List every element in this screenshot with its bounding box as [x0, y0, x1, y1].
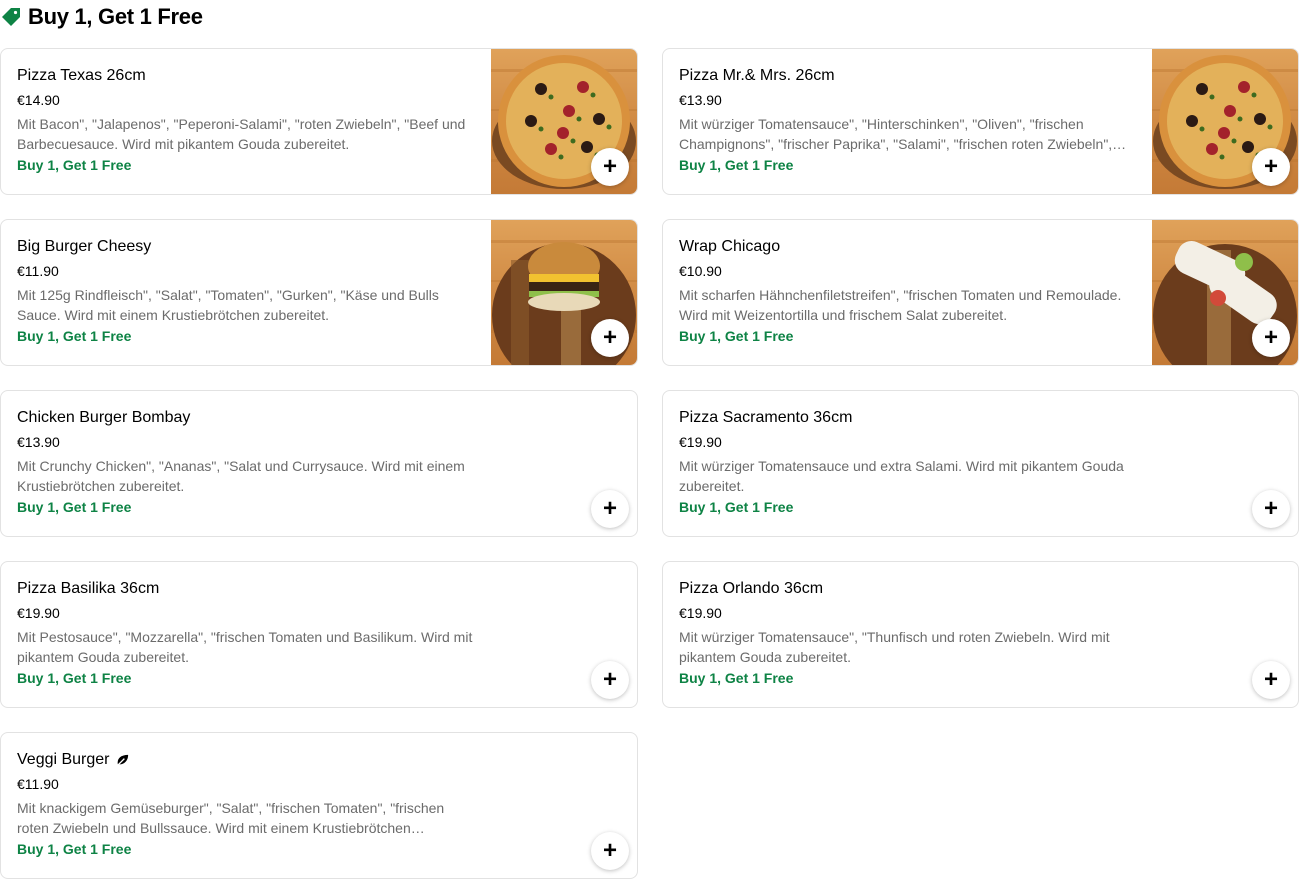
tag-icon: [2, 8, 20, 26]
item-price: €19.90: [679, 605, 722, 621]
menu-item-info: Wrap Chicago €10.90 Mit scharfen Hähnchenf…: [679, 237, 1138, 345]
menu-item-card[interactable]: Pizza Texas 26cm €14.90 Mit Bacon", "Jalap…: [0, 48, 638, 195]
item-name-text: Big Burger Cheesy: [17, 238, 152, 255]
item-description: Mit Bacon", "Jalapenos", "Peperoni-Salam…: [17, 116, 466, 152]
item-price: €13.90: [679, 92, 722, 108]
section-header: Buy 1, Get 1 Free: [0, 0, 203, 34]
promo-label: Buy 1, Get 1 Free: [17, 841, 132, 857]
add-to-cart-button[interactable]: +: [591, 661, 629, 699]
item-name: Pizza Mr.& Mrs. 26cm: [679, 66, 1138, 86]
menu-item-card[interactable]: Pizza Sacramento 36cm €19.90 Mit würziger …: [662, 390, 1299, 537]
item-name: Chicken Burger Bombay: [17, 408, 477, 428]
menu-item-info: Pizza Sacramento 36cm €19.90 Mit würziger …: [679, 408, 1138, 516]
item-description: Mit Pestosauce", "Mozzarella", "frischen…: [17, 629, 473, 665]
menu-item-card[interactable]: Pizza Basilika 36cm €19.90 Mit Pestosauce"…: [0, 561, 638, 708]
menu-item-info: Veggi Burger €11.90 Mit knackigem Gemüsebu…: [17, 750, 477, 858]
menu-item-info: Pizza Orlando 36cm €19.90 Mit würziger Tom…: [679, 579, 1138, 687]
menu-items-grid: Pizza Texas 26cm €14.90 Mit Bacon", "Jalap…: [0, 48, 1299, 879]
menu-item-info: Pizza Mr.& Mrs. 26cm €13.90 Mit würziger T…: [679, 66, 1138, 174]
menu-item-info: Pizza Basilika 36cm €19.90 Mit Pestosauce"…: [17, 579, 477, 687]
item-price: €11.90: [17, 776, 59, 792]
item-name-text: Chicken Burger Bombay: [17, 409, 191, 426]
item-name: Pizza Texas 26cm: [17, 66, 477, 86]
item-name-text: Pizza Mr.& Mrs. 26cm: [679, 67, 835, 84]
item-name: Big Burger Cheesy: [17, 237, 477, 257]
item-name: Veggi Burger: [17, 750, 477, 770]
item-name-text: Pizza Sacramento 36cm: [679, 409, 853, 426]
add-to-cart-button[interactable]: +: [1252, 319, 1290, 357]
promo-label: Buy 1, Get 1 Free: [17, 499, 132, 515]
item-name-text: Pizza Basilika 36cm: [17, 580, 160, 597]
item-name-text: Veggi Burger: [17, 751, 110, 768]
leaf-icon: [115, 754, 128, 767]
item-price: €10.90: [679, 263, 722, 279]
item-price: €13.90: [17, 434, 60, 450]
section-title: Buy 1, Get 1 Free: [28, 4, 203, 29]
item-name: Pizza Basilika 36cm: [17, 579, 477, 599]
menu-item-card[interactable]: Wrap Chicago €10.90 Mit scharfen Hähnchenf…: [662, 219, 1299, 366]
item-description: Mit würziger Tomatensauce und extra Sala…: [679, 458, 1124, 494]
menu-item-card[interactable]: Big Burger Cheesy €11.90 Mit 125g Rindflei…: [0, 219, 638, 366]
item-description: Mit würziger Tomatensauce", "Thunfisch u…: [679, 629, 1110, 665]
menu-item-card[interactable]: Pizza Mr.& Mrs. 26cm €13.90 Mit würziger T…: [662, 48, 1299, 195]
promo-label: Buy 1, Get 1 Free: [679, 328, 794, 344]
item-description: Mit würziger Tomatensauce", "Hinterschin…: [679, 116, 1127, 152]
promo-label: Buy 1, Get 1 Free: [679, 670, 794, 686]
add-to-cart-button[interactable]: +: [1252, 148, 1290, 186]
add-to-cart-button[interactable]: +: [591, 832, 629, 870]
promo-label: Buy 1, Get 1 Free: [17, 328, 132, 344]
add-to-cart-button[interactable]: +: [591, 148, 629, 186]
menu-item-info: Pizza Texas 26cm €14.90 Mit Bacon", "Jalap…: [17, 66, 477, 174]
add-to-cart-button[interactable]: +: [591, 490, 629, 528]
menu-item-info: Chicken Burger Bombay €13.90 Mit Crunchy C…: [17, 408, 477, 516]
item-name-text: Wrap Chicago: [679, 238, 781, 255]
menu-item-card[interactable]: Chicken Burger Bombay €13.90 Mit Crunchy C…: [0, 390, 638, 537]
menu-item-card[interactable]: Pizza Orlando 36cm €19.90 Mit würziger Tom…: [662, 561, 1299, 708]
item-name: Wrap Chicago: [679, 237, 1138, 257]
promo-label: Buy 1, Get 1 Free: [679, 157, 794, 173]
promo-label: Buy 1, Get 1 Free: [17, 670, 132, 686]
item-name-text: Pizza Texas 26cm: [17, 67, 146, 84]
item-description: Mit knackigem Gemüseburger", "Salat", "f…: [17, 800, 445, 836]
menu-item-card[interactable]: Veggi Burger €11.90 Mit knackigem Gemüsebu…: [0, 732, 638, 879]
add-to-cart-button[interactable]: +: [591, 319, 629, 357]
item-name: Pizza Sacramento 36cm: [679, 408, 1138, 428]
item-price: €14.90: [17, 92, 60, 108]
add-to-cart-button[interactable]: +: [1252, 661, 1290, 699]
add-to-cart-button[interactable]: +: [1252, 490, 1290, 528]
item-price: €11.90: [17, 263, 59, 279]
promo-label: Buy 1, Get 1 Free: [679, 499, 794, 515]
item-description: Mit 125g Rindfleisch", "Salat", "Tomaten…: [17, 287, 439, 323]
menu-item-info: Big Burger Cheesy €11.90 Mit 125g Rindflei…: [17, 237, 477, 345]
item-name: Pizza Orlando 36cm: [679, 579, 1138, 599]
item-name-text: Pizza Orlando 36cm: [679, 580, 824, 597]
item-description: Mit scharfen Hähnchenfiletstreifen", "fr…: [679, 287, 1122, 323]
promo-label: Buy 1, Get 1 Free: [17, 157, 132, 173]
item-price: €19.90: [17, 605, 60, 621]
item-price: €19.90: [679, 434, 722, 450]
item-description: Mit Crunchy Chicken", "Ananas", "Salat u…: [17, 458, 465, 494]
